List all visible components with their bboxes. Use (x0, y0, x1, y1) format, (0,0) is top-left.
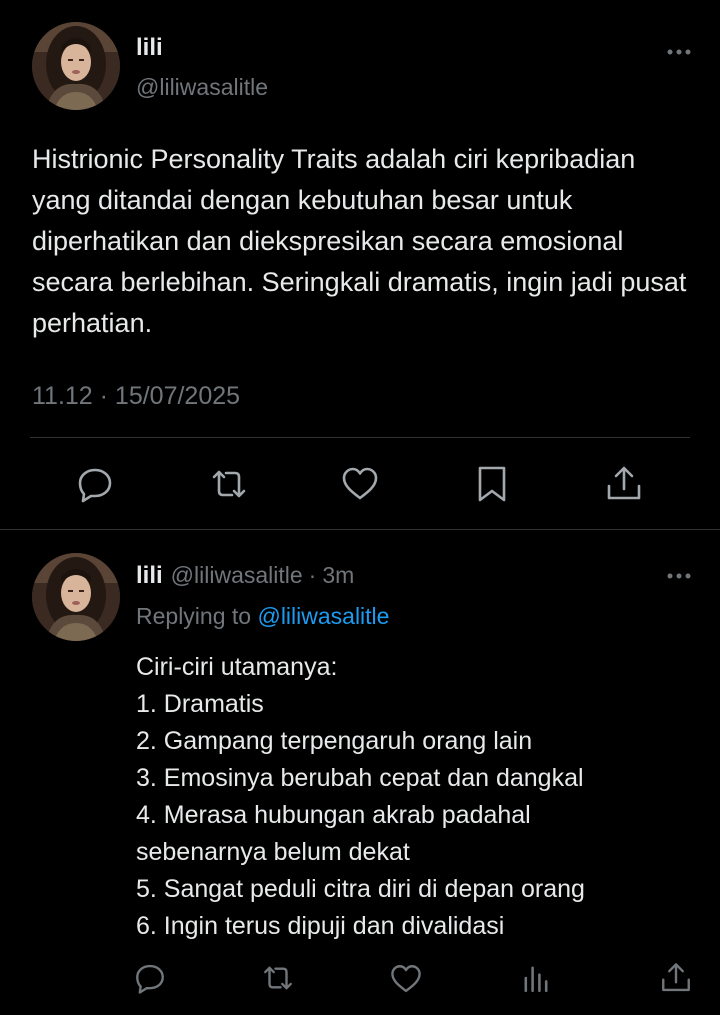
more-options-icon[interactable] (664, 42, 694, 62)
reply-text: Ciri-ciri utamanya: 1. Dramatis 2. Gampa… (136, 649, 696, 945)
replying-to-mention[interactable]: @liliwasalitle (257, 603, 389, 629)
author-handle[interactable]: @liliwasalitle (136, 74, 268, 101)
reply-line: 2. Gampang terpengaruh orang lain (136, 727, 533, 755)
like-icon[interactable] (389, 962, 423, 996)
reply-time[interactable]: 3m (322, 562, 354, 588)
reply-header: lili @liliwasalitle · 3m (136, 562, 354, 590)
avatar-photo (32, 553, 120, 641)
reply-line: 6. Ingin terus dipuji dan divalidasi (136, 912, 505, 940)
tweet-timestamp[interactable]: 11.12 · 15/07/2025 (32, 382, 240, 411)
retweet-icon[interactable] (261, 961, 295, 995)
reply-icon[interactable] (75, 464, 115, 504)
reply-icon[interactable] (133, 961, 167, 995)
reply-line: 1. Dramatis (136, 690, 264, 718)
reply-author-display-name[interactable]: lili (136, 562, 163, 589)
reply-author-handle[interactable]: @liliwasalitle (171, 562, 303, 588)
avatar[interactable] (32, 22, 120, 110)
more-options-icon[interactable] (664, 566, 694, 586)
share-icon[interactable] (659, 961, 693, 995)
replying-to: Replying to @liliwasalitle (136, 603, 389, 630)
divider (0, 529, 720, 530)
reply-line: Ciri-ciri utamanya: (136, 653, 338, 681)
share-icon[interactable] (604, 464, 644, 504)
retweet-icon[interactable] (209, 464, 249, 504)
avatar-photo (32, 22, 120, 110)
reply-line: 4. Merasa hubungan akrab padahal (136, 801, 531, 829)
like-icon[interactable] (340, 464, 380, 504)
author-display-name[interactable]: lili (136, 34, 163, 62)
reply-line: 5. Sangat peduli citra diri di depan ora… (136, 875, 585, 903)
views-icon[interactable] (519, 961, 553, 995)
separator-dot: · (308, 562, 317, 588)
reply-avatar[interactable] (32, 553, 120, 641)
main-tweet: lili @liliwasalitle Histrionic Personali… (0, 0, 720, 528)
divider (30, 437, 690, 438)
reply-line: 3. Emosinya berubah cepat dan dangkal (136, 764, 584, 792)
tweet-text: Histrionic Personality Traits adalah cir… (32, 144, 687, 338)
bookmark-icon[interactable] (472, 464, 512, 504)
reply-line: sebenarnya belum dekat (136, 838, 410, 866)
replying-to-label: Replying to (136, 603, 258, 629)
